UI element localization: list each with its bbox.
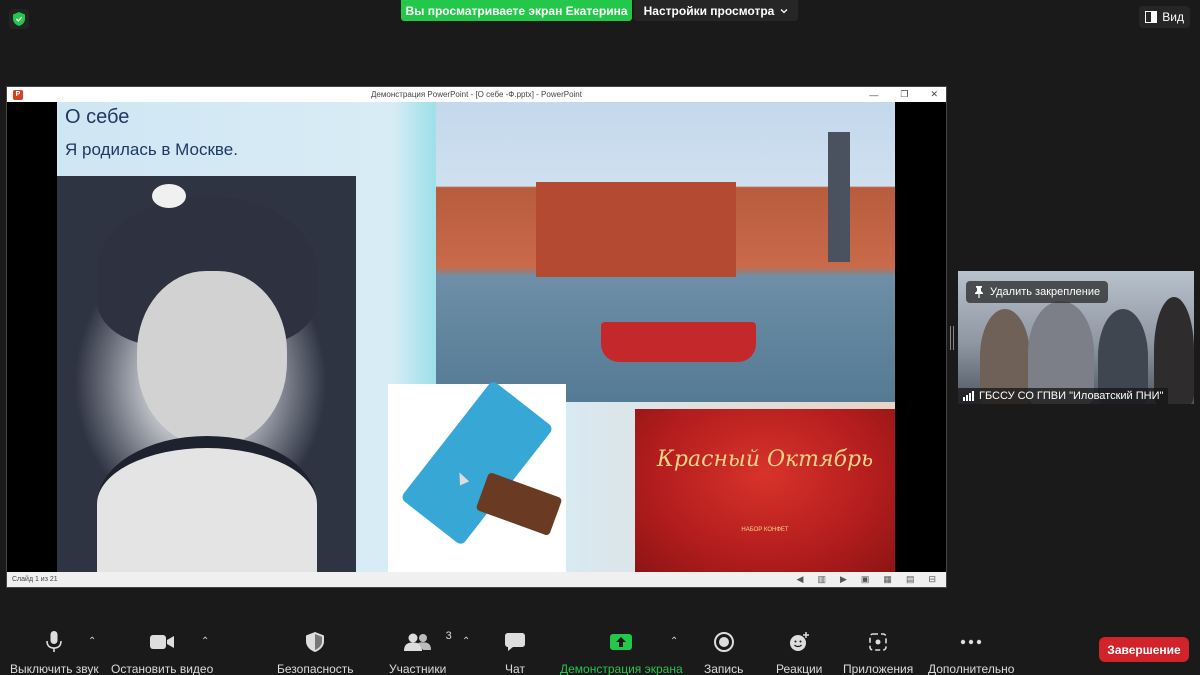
record-button[interactable]: Запись bbox=[704, 630, 743, 675]
prev-slide-icon[interactable]: ◀ bbox=[797, 574, 804, 585]
chevron-down-icon bbox=[780, 8, 788, 13]
end-meeting-button[interactable]: Завершение bbox=[1099, 637, 1189, 662]
ppt-status-bar: Слайд 1 из 21 ◀ ▥ ▶ ▣ ▦ ▤ ⊟ bbox=[7, 572, 946, 587]
shield-icon bbox=[306, 632, 325, 652]
meeting-toolbar: Выключить звук ⌃ Остановить видео ⌃ Безо… bbox=[0, 620, 1200, 675]
participant-video-tile[interactable]: Удалить закрепление ГБССУ СО ГПВИ "Илова… bbox=[958, 271, 1194, 404]
chat-label: Чат bbox=[505, 662, 525, 675]
reactions-label: Реакции bbox=[776, 662, 823, 675]
slide-subtitle: Я родилась в Москве. bbox=[65, 140, 238, 159]
normal-view-icon[interactable]: ▣ bbox=[861, 574, 870, 585]
girl-face-shape bbox=[137, 271, 287, 446]
participant-name: ГБССУ СО ГПВИ "Иловатский ПНИ" bbox=[979, 390, 1164, 402]
apps-icon bbox=[869, 633, 887, 651]
close-icon[interactable]: ✕ bbox=[930, 89, 938, 100]
pin-icon bbox=[975, 286, 983, 298]
panel-splitter-handle[interactable] bbox=[950, 326, 954, 350]
slide-sorter-icon[interactable]: ▥ bbox=[817, 574, 826, 585]
ppt-titlebar: P Демонстрация PowerPoint - [О себе -Ф.p… bbox=[7, 87, 946, 102]
video-camera-icon bbox=[150, 635, 175, 649]
chat-icon bbox=[505, 633, 525, 651]
participant-name-tag: ГБССУ СО ГПВИ "Иловатский ПНИ" bbox=[958, 388, 1169, 404]
river-boat-shape bbox=[601, 322, 756, 362]
audio-options-caret-icon[interactable]: ⌃ bbox=[88, 636, 96, 647]
shield-icon bbox=[13, 12, 25, 26]
ppt-window-title: Демонстрация PowerPoint - [О себе -Ф.ppt… bbox=[371, 90, 582, 99]
participants-label: Участники bbox=[389, 662, 447, 675]
candy-box-brand: Красный Октябрь bbox=[656, 447, 874, 472]
view-settings-label: Настройки просмотра bbox=[643, 3, 775, 18]
minimize-icon[interactable]: — bbox=[869, 90, 878, 100]
mute-button[interactable]: Выключить звук bbox=[10, 630, 99, 675]
next-slide-icon[interactable]: ▶ bbox=[840, 574, 847, 585]
signal-icon bbox=[963, 391, 974, 401]
participants-icon bbox=[403, 633, 431, 651]
candy-bar-photo bbox=[388, 379, 566, 572]
microphone-icon bbox=[46, 631, 63, 652]
more-dots-icon bbox=[960, 639, 982, 645]
grid-view-icon[interactable]: ▦ bbox=[883, 574, 892, 585]
slideshow-icon[interactable]: ⊟ bbox=[928, 574, 936, 585]
share-options-caret-icon[interactable]: ⌃ bbox=[670, 636, 678, 647]
restore-icon[interactable]: ❐ bbox=[900, 89, 908, 100]
status-bar-controls: ◀ ▥ ▶ ▣ ▦ ▤ ⊟ bbox=[797, 574, 936, 585]
view-settings-dropdown[interactable]: Настройки просмотра bbox=[634, 0, 798, 21]
view-button-label: Вид bbox=[1162, 10, 1184, 24]
slide: О себе Я родилась в Москве. Красный Октя… bbox=[57, 102, 895, 572]
candy-box-label: НАБОР КОНФЕТ bbox=[741, 527, 789, 533]
river-building-shape bbox=[536, 182, 736, 277]
candy-box-photo: Красный Октябрь НАБОР КОНФЕТ bbox=[635, 409, 895, 572]
slide-title: О себе bbox=[65, 106, 130, 128]
participants-count-badge: 3 bbox=[445, 630, 452, 642]
chat-button[interactable]: Чат bbox=[505, 630, 525, 675]
window-controls: — ❐ ✕ bbox=[869, 87, 938, 102]
security-label: Безопасность bbox=[277, 662, 354, 675]
moscow-river-photo bbox=[436, 102, 895, 402]
share-screen-icon bbox=[610, 634, 633, 650]
apps-label: Приложения bbox=[843, 662, 914, 675]
reactions-button[interactable]: Реакции bbox=[776, 630, 822, 675]
security-button[interactable]: Безопасность bbox=[277, 630, 354, 675]
slide-counter: Слайд 1 из 21 bbox=[12, 576, 58, 583]
security-shield-icon[interactable] bbox=[9, 9, 29, 29]
share-screen-button[interactable]: Демонстрация экрана bbox=[560, 630, 683, 675]
river-monument-shape bbox=[828, 132, 850, 262]
girl-collar-shape bbox=[97, 436, 317, 572]
unpin-button[interactable]: Удалить закрепление bbox=[966, 281, 1109, 303]
unpin-label: Удалить закрепление bbox=[990, 286, 1101, 298]
stop-video-label: Остановить видео bbox=[111, 662, 214, 675]
candy-chocolate-shape bbox=[475, 471, 563, 537]
reactions-icon bbox=[790, 632, 810, 651]
view-button[interactable]: Вид bbox=[1139, 6, 1190, 28]
reading-view-icon[interactable]: ▤ bbox=[906, 574, 915, 585]
record-icon bbox=[713, 632, 734, 652]
participants-options-caret-icon[interactable]: ⌃ bbox=[462, 636, 470, 647]
girl-flower-shape bbox=[152, 184, 186, 208]
share-screen-label: Демонстрация экрана bbox=[560, 662, 683, 675]
video-options-caret-icon[interactable]: ⌃ bbox=[201, 636, 209, 647]
record-label: Запись bbox=[704, 662, 744, 675]
mute-label: Выключить звук bbox=[10, 662, 99, 675]
participants-button[interactable]: 3 Участники bbox=[389, 630, 452, 675]
stop-video-button[interactable]: Остановить видео bbox=[111, 630, 213, 675]
more-button[interactable]: Дополнительно bbox=[928, 630, 1014, 675]
apps-button[interactable]: Приложения bbox=[843, 630, 913, 675]
grid-view-icon bbox=[1145, 11, 1158, 23]
shared-powerpoint-window: P Демонстрация PowerPoint - [О себе -Ф.p… bbox=[6, 86, 947, 588]
more-label: Дополнительно bbox=[928, 662, 1015, 675]
childhood-photo bbox=[57, 176, 356, 572]
viewing-share-banner: Вы просматриваете экран Екатерина bbox=[401, 0, 632, 21]
